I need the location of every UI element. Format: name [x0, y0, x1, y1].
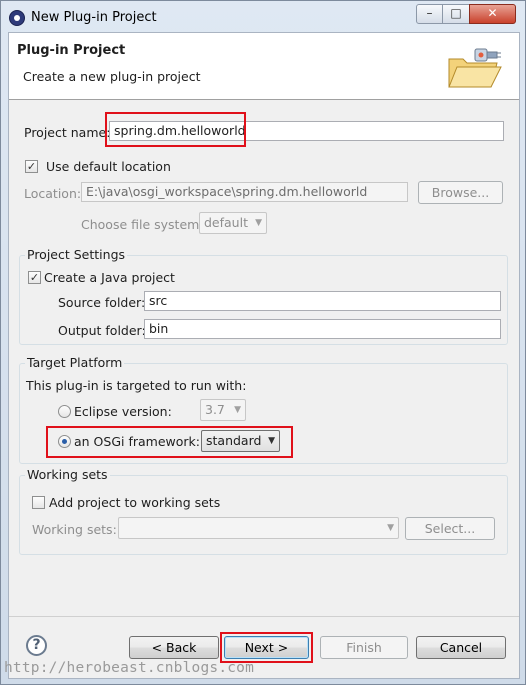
browse-button[interactable]: Browse...: [418, 181, 503, 204]
project-name-label: Project name:: [24, 125, 111, 140]
project-name-highlight: [105, 112, 246, 147]
chevron-down-icon: ▼: [234, 405, 241, 415]
page-description: Create a new plug-in project: [23, 69, 201, 84]
file-system-label: Choose file system:: [81, 217, 204, 232]
select-working-sets-button[interactable]: Select...: [405, 517, 495, 540]
add-to-working-sets-label: Add project to working sets: [49, 495, 221, 510]
window-title: New Plug-in Project: [31, 10, 157, 25]
use-default-location-checkbox[interactable]: ✓: [25, 160, 38, 173]
dialog-window: New Plug-in Project – □ ✕ Plug-in Projec…: [0, 0, 526, 685]
back-button[interactable]: < Back: [129, 636, 219, 659]
source-folder-input[interactable]: src: [144, 291, 501, 311]
page-title: Plug-in Project: [17, 43, 126, 58]
dialog-body: Plug-in Project Create a new plug-in pro…: [8, 32, 520, 679]
working-sets-label: Working sets:: [32, 522, 117, 537]
use-default-location-label: Use default location: [46, 159, 171, 174]
project-settings-title: Project Settings: [25, 247, 128, 262]
file-system-value: default: [204, 215, 248, 230]
target-platform-intro: This plug-in is targeted to run with:: [26, 378, 247, 393]
maximize-button[interactable]: □: [442, 4, 470, 24]
working-sets-select[interactable]: ▼: [118, 517, 399, 539]
eclipse-version-select[interactable]: 3.7 ▼: [200, 399, 246, 421]
eclipse-version-label: Eclipse version:: [74, 404, 172, 419]
file-system-select[interactable]: default ▼: [199, 212, 267, 234]
source-folder-label: Source folder:: [58, 295, 146, 310]
eclipse-version-value: 3.7: [205, 402, 225, 417]
output-folder-input[interactable]: bin: [144, 319, 501, 339]
create-java-project-checkbox[interactable]: ✓: [28, 271, 41, 284]
create-java-project-label: Create a Java project: [44, 270, 175, 285]
add-to-working-sets-checkbox[interactable]: [32, 496, 45, 509]
chevron-down-icon: ▼: [255, 218, 262, 228]
chevron-down-icon: ▼: [387, 523, 394, 533]
plugin-folder-icon: [448, 48, 502, 88]
working-sets-group: [19, 475, 508, 555]
location-input[interactable]: E:\java\osgi_workspace\spring.dm.hellowo…: [81, 182, 408, 202]
osgi-framework-highlight: [46, 426, 293, 458]
close-button[interactable]: ✕: [469, 4, 516, 24]
location-label: Location:: [24, 186, 82, 201]
title-bar[interactable]: New Plug-in Project – □ ✕: [1, 1, 525, 33]
eclipse-icon: [9, 10, 25, 26]
eclipse-version-radio[interactable]: [58, 405, 71, 418]
minimize-button[interactable]: –: [416, 4, 443, 24]
next-button-highlight: [220, 632, 313, 663]
footer-separator: [9, 616, 519, 617]
cancel-button[interactable]: Cancel: [416, 636, 506, 659]
output-folder-label: Output folder:: [58, 323, 146, 338]
wizard-header: Plug-in Project Create a new plug-in pro…: [9, 33, 519, 100]
watermark-text: http://herobeast.cnblogs.com: [4, 660, 255, 676]
working-sets-title: Working sets: [25, 467, 110, 482]
finish-button[interactable]: Finish: [320, 636, 408, 659]
target-platform-title: Target Platform: [25, 355, 125, 370]
help-icon[interactable]: ?: [26, 635, 47, 656]
